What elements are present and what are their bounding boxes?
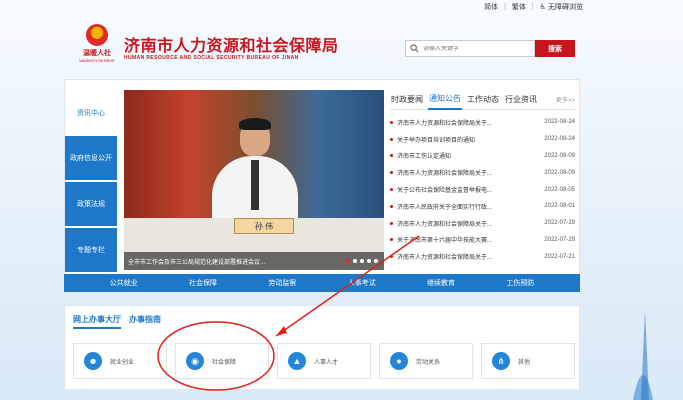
share-icon: ⋔ — [492, 352, 510, 370]
list-item[interactable]: 济南市人力资源和社会保障局关于... 2022-08-24 — [390, 114, 575, 131]
service-label: 劳动关系 — [416, 359, 441, 366]
news-date: 2022-07-29 — [544, 236, 575, 243]
news-list: 济南市人力资源和社会保障局关于... 2022-08-24 关于举办项目培训项目的… — [390, 110, 575, 265]
eye-icon: ◉ — [186, 352, 204, 370]
slide-nameplate: 孙 伟 — [234, 218, 294, 234]
list-item[interactable]: 关于举办项目培训项目的通知 2022-08-24 — [390, 131, 575, 148]
accessibility-icon: ♿ — [539, 3, 546, 11]
news-title: 济南市人民政府关于全面实行行政... — [397, 204, 493, 211]
slide-dot[interactable] — [360, 259, 364, 263]
menu-item-continuing-education[interactable]: 继续教育 — [427, 278, 455, 288]
divider: | — [504, 3, 506, 10]
tab-online-hall[interactable]: 网上办事大厅 — [73, 314, 121, 329]
news-title: 济南市工伤认定通知 — [397, 154, 452, 161]
search-button[interactable]: 搜索 — [535, 40, 575, 57]
search-input[interactable] — [423, 45, 523, 52]
slide-caption[interactable]: 全市市工作会及市三公局规范化建设部署推进会议... — [128, 257, 265, 266]
slide-dot[interactable] — [346, 259, 350, 263]
service-other-button[interactable]: ⋔ 其他 — [481, 343, 575, 379]
news-date: 2022-08-09 — [544, 152, 575, 159]
left-nav-gov-info[interactable]: 政府信息公开 — [65, 136, 117, 182]
service-labor-relations-button[interactable]: ● 劳动关系 — [379, 343, 473, 379]
logo-mark-icon — [86, 24, 108, 46]
news-date: 2022-07-21 — [544, 253, 575, 260]
slide-dot[interactable] — [353, 259, 357, 263]
service-label: 其他 — [518, 359, 531, 366]
news-title: 关于公布社会保险基金监督举报电... — [397, 188, 493, 195]
news-date: 2022-07-29 — [544, 220, 575, 227]
tab-politics[interactable]: 时政要闻 — [390, 94, 424, 105]
list-item[interactable]: 关于公布社会保险基金监督举报电... 2022-08-05 — [390, 181, 575, 198]
services-tabs: 网上办事大厅 办事指南 — [73, 314, 161, 329]
news-date: 2022-08-24 — [544, 119, 575, 126]
slide-pagination — [346, 259, 384, 263]
service-label: 人事人才 — [314, 359, 339, 366]
simplified-chinese-link[interactable]: 简体 — [484, 2, 498, 12]
news-slideshow[interactable]: 孙 伟 全市市工作会及市三公局规范化建设部署推进会议... — [124, 90, 384, 270]
left-nav-policy[interactable]: 政策法规 — [65, 182, 117, 228]
user-group-icon: ☻ — [84, 352, 102, 370]
site-title: 济南市人力资源和社会保障局 — [124, 36, 339, 55]
menu-item-personnel-exam[interactable]: 人事考试 — [348, 278, 376, 288]
list-item[interactable]: 济南市人力资源和社会保障局关于... 2022-08-09 — [390, 164, 575, 181]
building-decoration — [633, 310, 653, 400]
news-title: 济南市人力资源和社会保障局关于... — [397, 255, 493, 262]
menu-item-public-employment[interactable]: 公共就业 — [110, 278, 138, 288]
service-employment-button[interactable]: ☻ 就业创业 — [73, 343, 167, 379]
top-utility-bar: 简体 | 繁体 | ♿ 无障碍浏览 — [0, 0, 683, 13]
site-logo[interactable]: 温暖人社 WARMTH RENSHE — [78, 24, 116, 70]
news-title: 济南市人力资源和社会保障局关于... — [397, 221, 493, 228]
logo-text: 温暖人社 — [83, 48, 111, 57]
person-icon: ● — [390, 352, 408, 370]
news-title: 关于举办项目培训项目的通知 — [397, 137, 476, 144]
tab-announcements[interactable]: 通知公告 — [428, 90, 462, 110]
site-subtitle: HUMAN RESOURCE AND SOCIAL SECURITY BUREA… — [124, 55, 299, 61]
tab-service-guide[interactable]: 办事指南 — [129, 314, 161, 329]
news-title: 济南市人力资源和社会保障局关于... — [397, 120, 493, 127]
accessibility-label: 无障碍浏览 — [548, 3, 583, 11]
list-item[interactable]: 关于济南市第十六届中华技能大赛... 2022-07-29 — [390, 232, 575, 249]
news-date: 2022-08-01 — [544, 203, 575, 210]
news-title: 关于济南市第十六届中华技能大赛... — [397, 238, 493, 245]
news-title: 济南市人力资源和社会保障局关于... — [397, 171, 493, 178]
search-box — [405, 40, 535, 57]
main-panel: 资讯中心 政府信息公开 政策法规 专题专栏 孙 伟 全市市工作会及市三公局规范化… — [64, 79, 580, 289]
more-link[interactable]: 更多>> — [556, 95, 575, 104]
news-date: 2022-08-05 — [544, 186, 575, 193]
slide-dot[interactable] — [367, 259, 371, 263]
tab-work-updates[interactable]: 工作动态 — [466, 94, 500, 105]
list-item[interactable]: 济南市人力资源和社会保障局关于... 2022-07-21 — [390, 248, 575, 265]
slide-caption-bar: 全市市工作会及市三公局规范化建设部署推进会议... — [124, 252, 384, 270]
category-menu-bar: 公共就业 社会保障 劳动监察 人事考试 继续教育 工伤预防 — [64, 274, 580, 292]
news-panel: 时政要闻 通知公告 工作动态 行业资讯 更多>> 济南市人力资源和社会保障局关于… — [390, 90, 575, 280]
news-date: 2022-08-09 — [544, 169, 575, 176]
accessibility-link[interactable]: ♿ 无障碍浏览 — [540, 2, 583, 12]
news-tabs: 时政要闻 通知公告 工作动态 行业资讯 更多>> — [390, 90, 575, 110]
search-icon — [410, 44, 419, 53]
online-services-panel: 网上办事大厅 办事指南 ☻ 就业创业 ◉ 社会保障 ▲ 人事人才 ● 劳动关系 … — [64, 305, 580, 390]
service-label: 社会保障 — [212, 359, 237, 366]
logo-subtext: WARMTH RENSHE — [79, 58, 115, 63]
left-nav-topics[interactable]: 专题专栏 — [65, 228, 117, 274]
left-nav-news-center[interactable]: 资讯中心 — [65, 90, 117, 136]
list-item[interactable]: 济南市人民政府关于全面实行行政... 2022-08-01 — [390, 198, 575, 215]
menu-item-social-security[interactable]: 社会保障 — [189, 278, 217, 288]
menu-item-injury-prevention[interactable]: 工伤预防 — [506, 278, 534, 288]
news-date: 2022-08-24 — [544, 136, 575, 143]
list-item[interactable]: 济南市工伤认定通知 2022-08-09 — [390, 148, 575, 165]
search-bar: 搜索 — [405, 40, 575, 57]
traditional-chinese-link[interactable]: 繁体 — [512, 2, 526, 12]
services-row: ☻ 就业创业 ◉ 社会保障 ▲ 人事人才 ● 劳动关系 ⋔ 其他 — [73, 343, 575, 379]
service-label: 就业创业 — [110, 359, 135, 366]
left-nav: 资讯中心 政府信息公开 政策法规 专题专栏 — [65, 90, 117, 280]
slide-dot[interactable] — [374, 259, 378, 263]
divider: | — [531, 3, 534, 10]
service-talent-button[interactable]: ▲ 人事人才 — [277, 343, 371, 379]
graduation-cap-icon: ▲ — [288, 352, 306, 370]
list-item[interactable]: 济南市人力资源和社会保障局关于... 2022-07-29 — [390, 215, 575, 232]
menu-item-labor-inspection[interactable]: 劳动监察 — [268, 278, 296, 288]
service-social-security-button[interactable]: ◉ 社会保障 — [175, 343, 269, 379]
tab-industry-news[interactable]: 行业资讯 — [504, 94, 538, 105]
